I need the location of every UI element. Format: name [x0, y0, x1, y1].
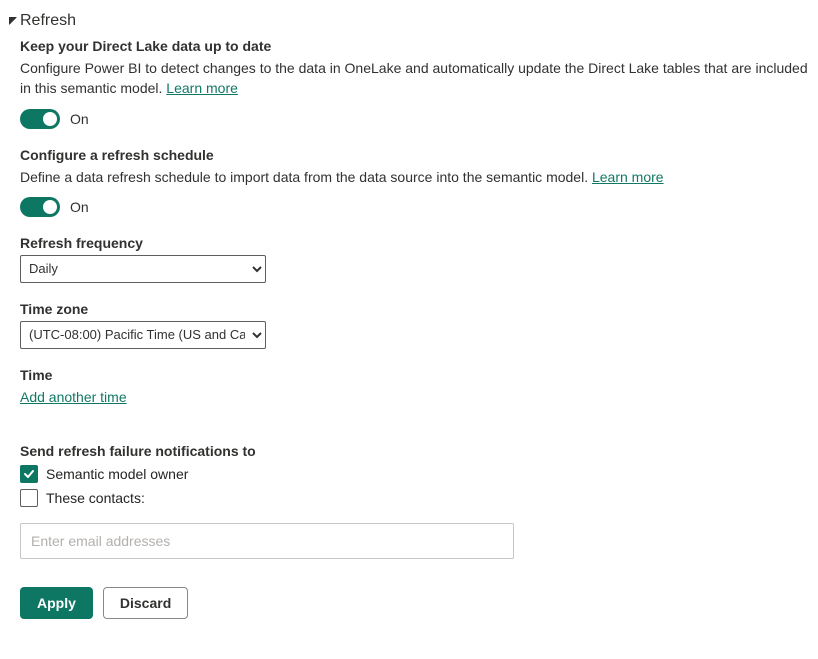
schedule-learnmore-link[interactable]: Learn more — [592, 169, 664, 185]
directlake-learnmore-link[interactable]: Learn more — [166, 80, 238, 96]
directlake-heading: Keep your Direct Lake data up to date — [20, 38, 810, 54]
schedule-description: Define a data refresh schedule to import… — [20, 167, 810, 187]
frequency-select[interactable]: DailyWeekly — [20, 255, 266, 283]
time-label: Time — [20, 367, 810, 383]
timezone-label: Time zone — [20, 301, 810, 317]
schedule-heading: Configure a refresh schedule — [20, 147, 810, 163]
refresh-section-title: Refresh — [20, 12, 76, 30]
timezone-select[interactable]: (UTC-08:00) Pacific Time (US and Canada) — [20, 321, 266, 349]
notify-owner-checkbox[interactable] — [20, 465, 38, 483]
schedule-toggle[interactable] — [20, 197, 60, 217]
notify-heading: Send refresh failure notifications to — [20, 443, 810, 459]
contacts-email-input[interactable] — [20, 523, 514, 559]
directlake-description: Configure Power BI to detect changes to … — [20, 58, 810, 99]
frequency-label: Refresh frequency — [20, 235, 810, 251]
directlake-toggle[interactable] — [20, 109, 60, 129]
discard-button[interactable]: Discard — [103, 587, 188, 619]
notify-contacts-checkbox[interactable] — [20, 489, 38, 507]
add-time-link[interactable]: Add another time — [20, 389, 127, 405]
apply-button[interactable]: Apply — [20, 587, 93, 619]
chevron-expanded-icon — [8, 16, 18, 26]
refresh-section-header[interactable]: Refresh — [8, 12, 810, 30]
directlake-toggle-label: On — [70, 111, 89, 127]
schedule-toggle-label: On — [70, 199, 89, 215]
notify-contacts-label: These contacts: — [46, 490, 145, 506]
notify-owner-label: Semantic model owner — [46, 466, 188, 482]
